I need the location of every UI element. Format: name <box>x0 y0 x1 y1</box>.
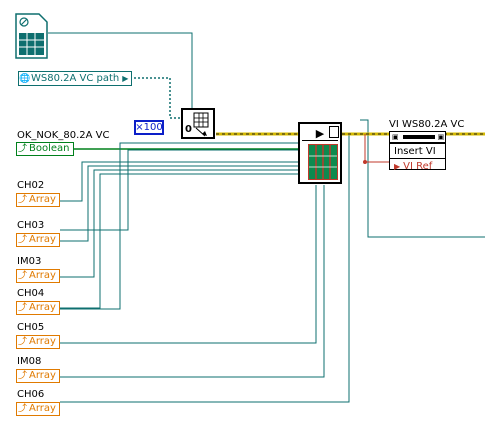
im03-array[interactable]: ⤴ Array <box>16 269 60 283</box>
im08-array[interactable]: ⤴ Array <box>16 369 60 383</box>
boolean-text: Boolean <box>29 143 70 154</box>
control-arrow-icon: ⤴ <box>17 404 27 414</box>
block-diagram-wires <box>48 32 485 403</box>
ch02-array[interactable]: ⤴ Array <box>16 193 60 207</box>
ch03-array[interactable]: ⤴ Array <box>16 233 60 247</box>
vi-ref-arrow-icon: ▶ <box>394 161 401 171</box>
vi-path-text: WS80.2A VC path <box>31 72 120 84</box>
ch06-array[interactable]: ⤴ Array <box>16 402 60 416</box>
array-text: Array <box>29 194 56 205</box>
array-text: Array <box>29 403 56 414</box>
vi-ref-label: VI WS80.2A VC <box>389 119 465 130</box>
property-node[interactable]: ▣ ▣ Insert VI ▶ VI Ref <box>389 131 446 173</box>
control-arrow-icon: ⤴ <box>17 235 27 245</box>
array-text: Array <box>29 302 56 313</box>
call-by-reference-node[interactable]: ▶ <box>298 122 342 184</box>
im08-label: IM08 <box>17 356 42 367</box>
multiplier-constant[interactable]: ×100 <box>134 120 164 135</box>
ch05-array[interactable]: ⤴ Array <box>16 335 60 349</box>
ok-nok-label: OK_NOK_80.2A VC <box>17 130 110 141</box>
insert-vi-method[interactable]: Insert VI <box>390 143 445 158</box>
control-arrow-icon: ⤴ <box>17 271 27 281</box>
ch03-label: CH03 <box>17 220 45 231</box>
open-vi-reference-node[interactable]: 0 <box>181 108 215 139</box>
array-text: Array <box>29 270 56 281</box>
vi-ref-text: VI Ref <box>403 160 433 172</box>
control-arrow-icon: ⤴ <box>17 371 27 381</box>
array-text: Array <box>29 336 56 347</box>
dropdown-arrow-icon: ▶ <box>122 73 129 83</box>
control-arrow-icon: ⤴ <box>17 144 27 154</box>
globe-path-icon: 🌐 <box>19 73 31 84</box>
array-text: Array <box>29 234 56 245</box>
ch04-label: CH04 <box>17 288 45 299</box>
ch05-label: CH05 <box>17 322 45 333</box>
control-arrow-icon: ⤴ <box>17 195 27 205</box>
control-arrow-icon: ⤴ <box>17 303 27 313</box>
boolean-control[interactable]: ⤴ Boolean <box>16 142 74 156</box>
ch06-label: CH06 <box>17 389 45 400</box>
vi-ref-input[interactable]: ▶ VI Ref <box>390 158 445 173</box>
ch02-label: CH02 <box>17 180 45 191</box>
cluster-array-icon <box>308 144 338 180</box>
zero-constant: 0 <box>185 124 192 135</box>
im03-label: IM03 <box>17 256 42 267</box>
array-text: Array <box>29 370 56 381</box>
multiplier-text: ×100 <box>135 121 163 133</box>
reference-icon <box>329 126 339 138</box>
ch04-array[interactable]: ⤴ Array <box>16 301 60 315</box>
file-constant-icon[interactable] <box>15 13 48 59</box>
vi-path-constant[interactable]: 🌐 WS80.2A VC path ▶ <box>18 71 133 86</box>
control-arrow-icon: ⤴ <box>17 337 27 347</box>
